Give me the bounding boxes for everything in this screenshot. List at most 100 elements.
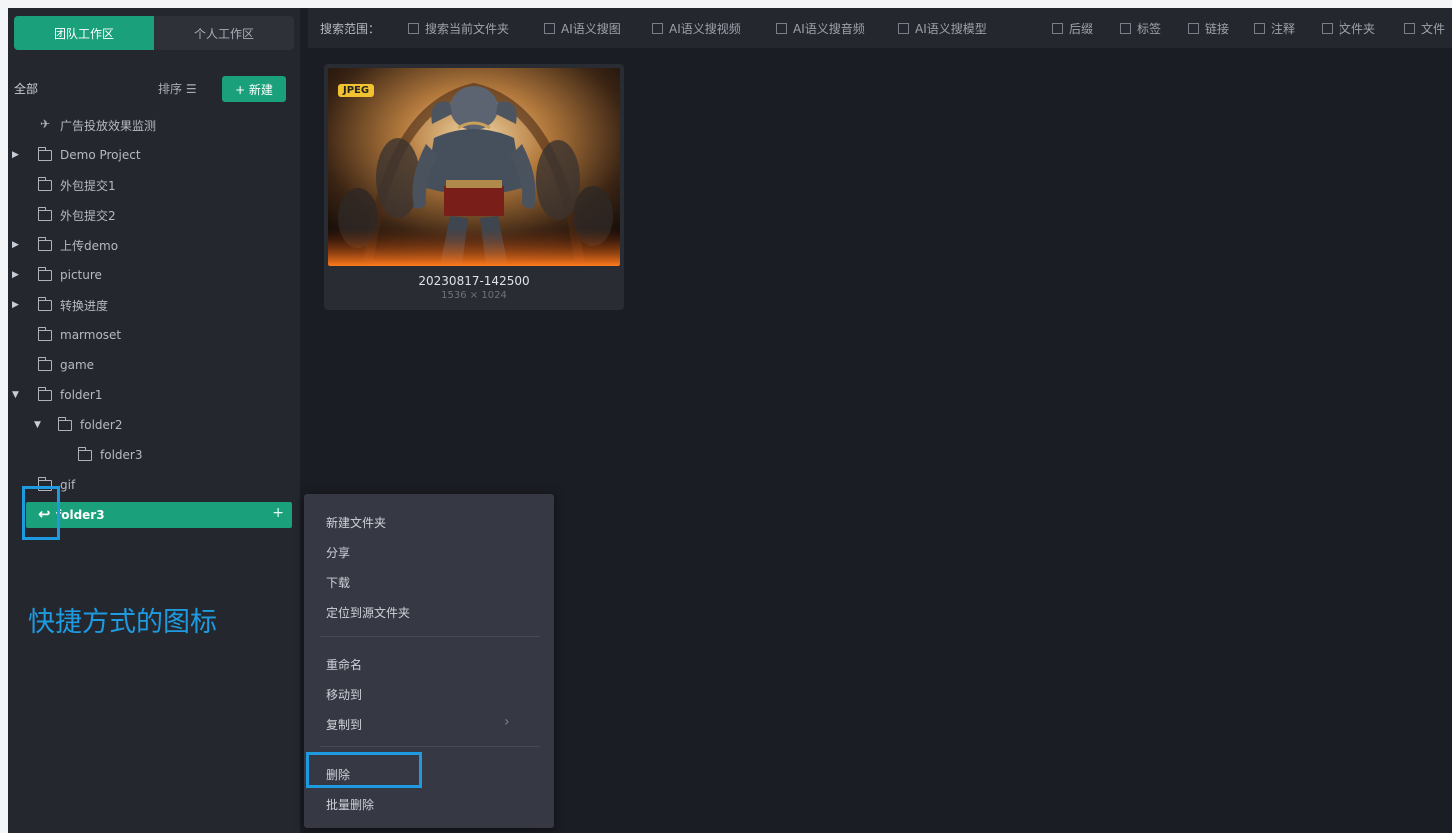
tree-item-label: Demo Project: [60, 148, 141, 162]
tree-item-label: 上传demo: [60, 238, 119, 253]
checkbox-icon: [898, 23, 909, 34]
folder-icon: [38, 266, 52, 281]
caret-right-icon[interactable]: ▶: [12, 270, 22, 280]
artwork-image: [328, 68, 620, 266]
shortcut-icon-highlight: [22, 486, 60, 540]
asset-thumbnail: JPEG: [328, 68, 620, 266]
tree-item-outsource-2[interactable]: 外包提交2: [8, 202, 300, 228]
caret-right-icon[interactable]: ▶: [12, 300, 22, 310]
tree-item-label: 外包提交2: [60, 208, 116, 223]
folder-icon: [38, 386, 52, 401]
folder-icon: [58, 416, 72, 431]
filter-folder[interactable]: 文件夹: [1322, 20, 1375, 37]
tree-item-folder3-shortcut[interactable]: ↩ folder3 +: [26, 502, 292, 528]
tree-item-folder1[interactable]: ▼ folder1: [8, 382, 300, 408]
filter-ai-image[interactable]: AI语义搜图: [544, 20, 621, 37]
tree-item-folder2[interactable]: ▼ folder2: [8, 412, 300, 438]
search-scope-bar: 搜索范围： 搜索当前文件夹 AI语义搜图 AI语义搜视频 AI语义搜音频 AI语…: [308, 8, 1452, 48]
asset-card[interactable]: JPEG 20230817-142500 1536 × 1024: [324, 64, 624, 310]
workspace-tabs: 团队工作区 个人工作区: [14, 16, 294, 50]
tree-item-demo-project[interactable]: ▶ Demo Project: [8, 142, 300, 168]
menu-copy-to[interactable]: 复制到: [326, 716, 362, 733]
filter-note[interactable]: 注释: [1254, 20, 1295, 37]
checkbox-icon: [1052, 23, 1063, 34]
tab-personal-workspace[interactable]: 个人工作区: [154, 16, 294, 50]
sidebar: 团队工作区 个人工作区 全部 排序 ☰ + 新建 ✈ 广告投放效果监测 ▶ De…: [8, 8, 300, 833]
window-top-border: [0, 0, 1452, 8]
filter-current-folder[interactable]: 搜索当前文件夹: [408, 20, 509, 37]
checkbox-icon: [1254, 23, 1265, 34]
delete-highlight: [306, 752, 422, 788]
menu-batch-delete[interactable]: 批量删除: [326, 796, 374, 813]
tree-item-label: folder3: [100, 448, 143, 462]
menu-download[interactable]: 下载: [326, 574, 350, 591]
folder-icon: [38, 296, 52, 311]
tree-item-conversion[interactable]: ▶ 转换进度: [8, 292, 300, 318]
checkbox-icon: [1404, 23, 1415, 34]
menu-new-folder[interactable]: 新建文件夹: [326, 514, 386, 531]
checkbox-icon: [1322, 23, 1333, 34]
tree-item-folder3-nested[interactable]: folder3: [8, 442, 300, 468]
tree-item-outsource-1[interactable]: 外包提交1: [8, 172, 300, 198]
folder-icon: [78, 446, 92, 461]
search-scope-label: 搜索范围：: [320, 22, 381, 36]
caret-right-icon[interactable]: ▶: [12, 150, 22, 160]
sort-button[interactable]: 排序 ☰: [158, 80, 197, 97]
tree-item-upload-demo[interactable]: ▶ 上传demo: [8, 232, 300, 258]
menu-divider: [320, 636, 540, 637]
filter-ai-model[interactable]: AI语义搜模型: [898, 20, 987, 37]
folder-icon: [38, 356, 52, 371]
menu-share[interactable]: 分享: [326, 544, 350, 561]
caret-down-icon[interactable]: ▼: [12, 390, 22, 400]
checkbox-icon: [776, 23, 787, 34]
tree-item-game[interactable]: game: [8, 352, 300, 378]
tree-item-label: 广告投放效果监测: [60, 118, 157, 133]
checkbox-icon: [652, 23, 663, 34]
tree-item-label: picture: [60, 268, 102, 282]
filter-file[interactable]: 文件: [1404, 20, 1445, 37]
tree-item-label: 外包提交1: [60, 178, 116, 193]
pin-icon: ✈: [40, 117, 51, 131]
tree-item-label: 转换进度: [60, 298, 109, 313]
tree-item-picture[interactable]: ▶ picture: [8, 262, 300, 288]
checkbox-icon: [408, 23, 419, 34]
menu-rename[interactable]: 重命名: [326, 656, 362, 673]
menu-divider: [320, 746, 540, 747]
checkbox-icon: [1120, 23, 1131, 34]
filter-link[interactable]: 链接: [1188, 20, 1229, 37]
filter-tag[interactable]: 标签: [1120, 20, 1161, 37]
asset-dimensions: 1536 × 1024: [441, 290, 507, 301]
checkbox-icon: [544, 23, 555, 34]
checkbox-icon: [1188, 23, 1199, 34]
tab-team-workspace[interactable]: 团队工作区: [14, 16, 154, 50]
caret-down-icon[interactable]: ▼: [34, 420, 44, 430]
filter-ai-audio[interactable]: AI语义搜音频: [776, 20, 865, 37]
folder-icon: [38, 236, 52, 251]
new-button[interactable]: + 新建: [222, 76, 286, 102]
annotation-text: 快捷方式的图标: [28, 607, 217, 638]
asset-name: 20230817-142500: [418, 274, 530, 288]
add-icon[interactable]: +: [272, 505, 284, 521]
tree-item-label: folder3: [56, 508, 105, 522]
window-left-border: [0, 0, 8, 833]
chevron-right-icon: ›: [504, 714, 510, 730]
tree-item-label: game: [60, 358, 95, 372]
filter-ai-video[interactable]: AI语义搜视频: [652, 20, 741, 37]
menu-locate-source[interactable]: 定位到源文件夹: [326, 604, 410, 621]
tree-item-label: marmoset: [60, 328, 122, 342]
folder-icon: [38, 206, 52, 221]
tree-item-label: gif: [60, 478, 76, 492]
sidebar-header: 全部 排序 ☰ + 新建: [8, 76, 300, 102]
tree-item-label: folder1: [60, 388, 103, 402]
caret-right-icon[interactable]: ▶: [12, 240, 22, 250]
folder-icon: [38, 326, 52, 341]
tree-item-label: folder2: [80, 418, 123, 432]
tree-item-marmoset[interactable]: marmoset: [8, 322, 300, 348]
filter-suffix[interactable]: 后缀: [1052, 20, 1093, 37]
format-badge: JPEG: [338, 84, 375, 97]
all-files-label[interactable]: 全部: [14, 80, 38, 97]
folder-icon: [38, 146, 52, 161]
menu-move-to[interactable]: 移动到: [326, 686, 362, 703]
folder-icon: [38, 176, 52, 191]
tree-item-ad-monitor[interactable]: ✈ 广告投放效果监测: [8, 112, 300, 138]
